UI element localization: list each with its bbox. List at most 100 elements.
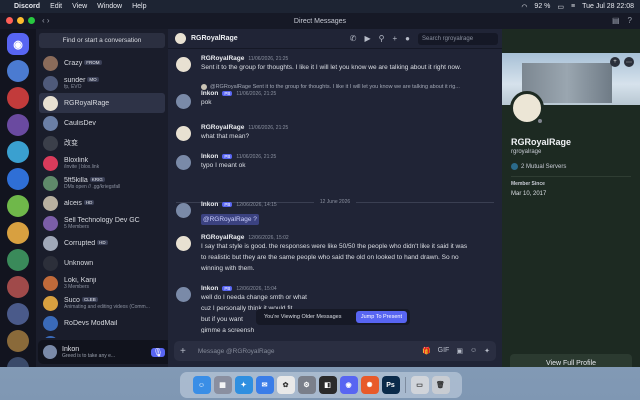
photoshop-icon[interactable]: Ps <box>381 376 400 394</box>
dm-item[interactable]: RoDevs ModMail <box>39 313 165 333</box>
dm-item[interactable]: Bloxlink/invite | blox.link <box>39 153 165 173</box>
avatar[interactable] <box>176 203 191 218</box>
menu-window[interactable]: Window <box>97 3 122 10</box>
dm-item[interactable]: alceis HD <box>39 193 165 213</box>
dm-item[interactable]: RoDevs Mod Team <box>39 333 165 338</box>
user-profile-icon[interactable]: ● <box>405 34 410 43</box>
dm-item[interactable]: RGRoyalRage <box>39 93 165 113</box>
home-discord-icon[interactable]: ◉ <box>7 33 29 55</box>
mail-icon[interactable]: ✉ <box>255 376 274 394</box>
server-icon[interactable] <box>7 276 29 298</box>
chat-header-name[interactable]: RGRoyalRage <box>191 35 238 42</box>
trash-icon[interactable]: 🗑 <box>431 376 450 394</box>
voice-call-icon[interactable]: ✆ <box>350 34 357 43</box>
message-author[interactable]: Inkon <box>201 201 218 208</box>
control-center-icon[interactable]: ≡ <box>571 3 575 10</box>
server-icon[interactable] <box>7 141 29 163</box>
dm-item[interactable]: Crazy FROM <box>39 53 165 73</box>
dm-item[interactable]: 改变 <box>39 133 165 153</box>
close-window-button[interactable] <box>6 17 13 24</box>
battery-label[interactable]: 92 % <box>534 3 550 10</box>
message-author[interactable]: RGRoyalRage <box>201 234 244 241</box>
message[interactable]: Inkon PB 12/06/2026, 14:15 @RGRoyalRage ? <box>176 201 492 226</box>
message[interactable]: Inkon PB 11/06/2026, 21:25 typo I meant ok <box>176 153 492 171</box>
minimize-window-button[interactable] <box>17 17 24 24</box>
mute-microphone-icon[interactable]: 🎙 <box>150 347 165 357</box>
server-icon[interactable] <box>7 249 29 271</box>
server-icon[interactable] <box>7 303 29 325</box>
preview-icon[interactable]: ▭ <box>410 376 429 394</box>
dm-item[interactable]: 5ft5killa KRIG DMs open // .gg/kriegsfall <box>39 173 165 193</box>
dm-item[interactable]: Corrupted HD <box>39 233 165 253</box>
message-author[interactable]: RGRoyalRage <box>201 55 244 62</box>
menu-help[interactable]: Help <box>132 3 146 10</box>
copilot-icon[interactable]: ✺ <box>360 376 379 394</box>
safari-icon[interactable]: ✦ <box>234 376 253 394</box>
dm-item[interactable]: Unknown <box>39 253 165 273</box>
jump-to-present-button[interactable]: Jump To Present <box>355 311 407 323</box>
menu-edit[interactable]: Edit <box>50 3 62 10</box>
add-friend-icon[interactable]: + <box>392 34 397 43</box>
help-icon[interactable]: ? <box>628 16 632 25</box>
add-friend-icon[interactable]: + <box>610 57 620 67</box>
gif-icon[interactable]: GIF <box>438 347 450 355</box>
find-conversation-button[interactable]: Find or start a conversation <box>39 33 165 48</box>
attach-plus-icon[interactable]: + <box>180 346 186 357</box>
server-icon[interactable] <box>7 168 29 190</box>
dm-item[interactable]: CaulisDev <box>39 113 165 133</box>
search-input[interactable]: Search rgroyalrage <box>418 32 498 45</box>
server-icon[interactable] <box>7 330 29 352</box>
server-icon[interactable] <box>7 87 29 109</box>
launchpad-icon[interactable]: ▦ <box>213 376 232 394</box>
message[interactable]: RGRoyalRage 12/06/2026, 15:02 I say that s… <box>176 234 492 274</box>
back-arrow-icon[interactable]: ‹ › <box>42 16 50 25</box>
battery-icon[interactable]: ▭ <box>557 3 564 11</box>
message[interactable]: @RGRoyalRage Sent it to the group for th… <box>176 84 492 109</box>
message-input[interactable]: Message @RGRoyalRage <box>198 348 275 355</box>
sticker-icon[interactable]: ▣ <box>456 347 463 355</box>
roblox-icon[interactable]: ◧ <box>318 376 337 394</box>
chatgpt-icon[interactable]: ✿ <box>276 376 295 394</box>
app-menu[interactable]: Discord <box>14 3 40 10</box>
zoom-window-button[interactable] <box>28 17 35 24</box>
view-full-profile-button[interactable]: View Full Profile <box>510 354 632 367</box>
avatar[interactable] <box>175 33 186 44</box>
message-composer[interactable]: + Message @RGRoyalRage 🎁 GIF ▣ ☺ ✦ <box>174 341 496 361</box>
dm-item[interactable]: Sell Technology Dev GC 5 Members <box>39 213 165 233</box>
message[interactable]: RGRoyalRage 11/06/2026, 21:25 what that me… <box>176 124 492 142</box>
avatar[interactable] <box>176 94 191 109</box>
dm-item[interactable]: Suco CLEB Animating and editing videos (Co… <box>39 293 165 313</box>
clock[interactable]: Tue Jul 28 22:08 <box>582 3 634 10</box>
settings-icon[interactable]: ⚙ <box>297 376 316 394</box>
message[interactable]: RGRoyalRage 11/06/2026, 21:25 Sent it to t… <box>176 55 492 73</box>
avatar[interactable] <box>176 126 191 141</box>
inbox-icon[interactable]: ▤ <box>612 16 620 25</box>
dm-item[interactable]: Loki, Kanji 3 Members <box>39 273 165 293</box>
avatar[interactable] <box>43 345 57 359</box>
finder-icon[interactable]: ☺ <box>192 376 211 394</box>
wifi-icon[interactable]: ◠ <box>521 3 527 11</box>
message-author[interactable]: Inkon <box>201 153 218 160</box>
emoji-icon[interactable]: ☺ <box>470 347 477 355</box>
pin-icon[interactable]: ⚲ <box>379 34 385 43</box>
message-author[interactable]: Inkon <box>201 285 218 292</box>
message-author[interactable]: RGRoyalRage <box>201 124 244 131</box>
avatar[interactable] <box>176 287 191 302</box>
video-call-icon[interactable]: ▶ <box>364 34 370 43</box>
more-options-icon[interactable]: ⋯ <box>624 57 634 67</box>
avatar[interactable] <box>176 57 191 72</box>
apps-icon[interactable]: ✦ <box>484 347 490 355</box>
server-icon[interactable] <box>7 60 29 82</box>
dm-item[interactable]: sunder MO fp, EVO <box>39 73 165 93</box>
avatar[interactable] <box>176 236 191 251</box>
server-icon[interactable] <box>7 114 29 136</box>
reply-preview[interactable]: @RGRoyalRage Sent it to the group for th… <box>201 84 492 90</box>
message-author[interactable]: Inkon <box>201 90 218 97</box>
server-icon[interactable] <box>7 222 29 244</box>
avatar[interactable] <box>176 155 191 170</box>
menu-view[interactable]: View <box>72 3 87 10</box>
server-icon[interactable] <box>7 195 29 217</box>
server-icon[interactable] <box>7 357 29 367</box>
mutual-servers-link[interactable]: 2 Mutual Servers <box>511 163 566 170</box>
gift-icon[interactable]: 🎁 <box>422 347 431 355</box>
